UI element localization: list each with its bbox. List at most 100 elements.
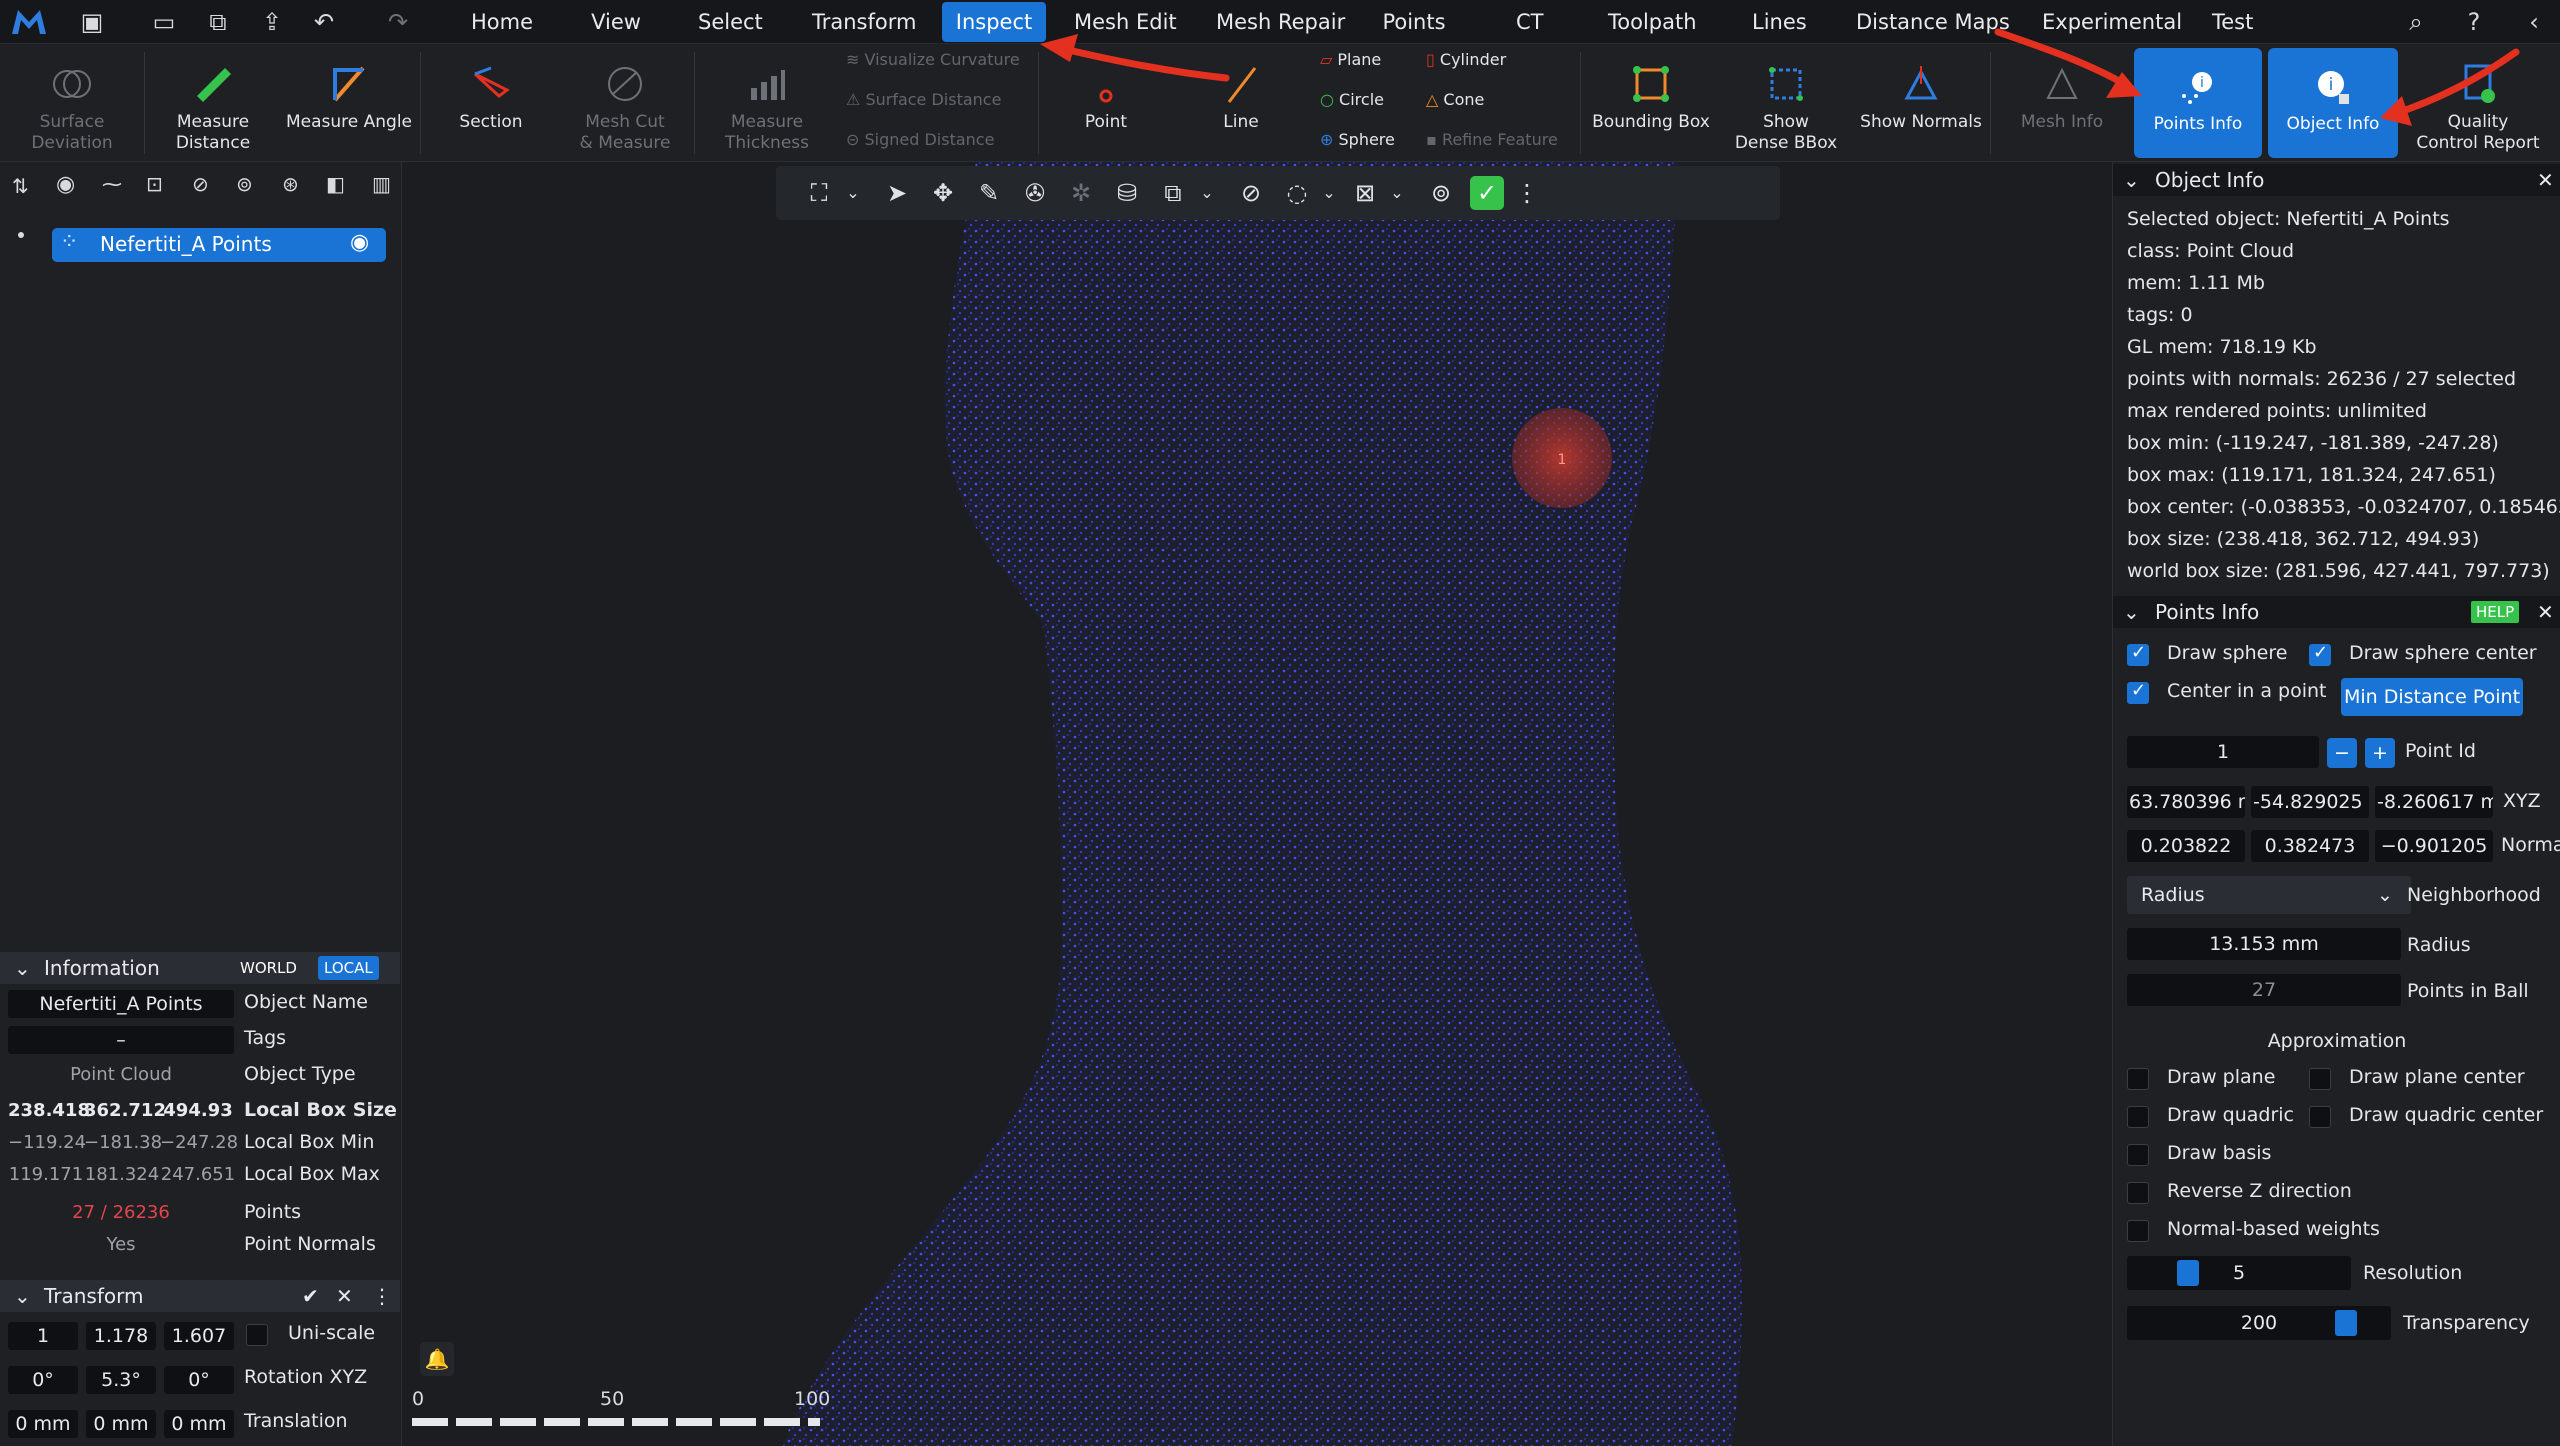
collapse-icon[interactable]: ‹ [2518,6,2550,38]
move-down-icon[interactable]: ⊛ [282,172,299,196]
eye-icon[interactable]: ◉ [56,172,75,197]
select-all-icon[interactable]: ⊡ [146,172,163,196]
reset-x-icon[interactable]: ✕ [336,1280,353,1312]
pivot-icon[interactable]: ✇ [1018,176,1052,210]
world-toggle[interactable]: WORLD [234,956,303,980]
chevron-down-icon[interactable]: ⌄ [836,176,870,210]
xyz-x-field[interactable]: 63.780396 mm [2127,786,2245,818]
rotation-x-field[interactable]: 0° [8,1366,78,1394]
open-folder-icon[interactable]: ▭ [148,6,180,38]
menu-mesh-edit[interactable]: Mesh Edit [1070,0,1177,44]
mesh-icon[interactable]: ✲ [1064,176,1098,210]
bounding-box-button[interactable]: Bounding Box [1584,44,1718,162]
scale-x-field[interactable]: 1 [8,1322,78,1350]
surface-deviation-button[interactable]: Surface Deviation [0,44,144,162]
reverse-z-checkbox[interactable] [2127,1182,2149,1204]
object-name-field[interactable]: Nefertiti_A Points [8,990,234,1018]
draw-basis-checkbox[interactable] [2127,1144,2149,1166]
mesh-cut-button[interactable]: Mesh Cut & Measure [562,44,688,162]
neighborhood-select[interactable]: Radius ⌄ [2127,876,2411,914]
visualize-curvature-button[interactable]: ≋ Visualize Curvature [846,50,1020,69]
point-id-field[interactable]: 1 [2127,736,2319,768]
pointer-icon[interactable]: ➤ [880,176,914,210]
circle-feature-button[interactable]: ○ Circle [1320,90,1384,109]
rotation-z-field[interactable]: 0° [164,1366,234,1394]
normal-weights-checkbox[interactable] [2127,1220,2149,1242]
point-id-increment-button[interactable]: + [2365,738,2395,768]
normal-z-field[interactable]: −0.901205 [2375,830,2493,862]
draw-plane-checkbox[interactable] [2127,1068,2149,1090]
draw-sphere-center-checkbox[interactable] [2309,642,2331,666]
help-badge[interactable]: HELP [2471,601,2520,623]
confirm-check-icon[interactable]: ✓ [1470,176,1504,210]
close-icon[interactable]: ✕ [2537,164,2554,196]
mesh-info-button[interactable]: Mesh Info [1994,44,2130,162]
tree-item-selected[interactable]: ⁘ Nefertiti_A Points ◉ [52,228,386,262]
menu-test[interactable]: Test [2208,0,2256,44]
move-up-icon[interactable]: ⊚ [236,172,253,196]
eye-closed-icon[interactable]: ⁓ [102,172,122,196]
refine-feature-button[interactable]: ▪ Refine Feature [1426,130,1558,149]
export-icon[interactable]: ⇪ [256,6,288,38]
measure-distance-button[interactable]: Measure Distance [146,44,280,162]
menu-points[interactable]: Points [1378,0,1450,44]
min-distance-point-button[interactable]: Min Distance Point [2341,678,2523,716]
object-info-header[interactable]: ⌄ Object Info ✕ [2113,164,2560,196]
scale-y-field[interactable]: 1.178 [86,1322,156,1350]
measure-angle-button[interactable]: Measure Angle [284,44,414,162]
translation-z-field[interactable]: 0 mm [164,1410,234,1438]
xyz-z-field[interactable]: -8.260617 mm [2375,786,2493,818]
translation-x-field[interactable]: 0 mm [8,1410,78,1438]
menu-transform[interactable]: Transform [808,0,918,44]
transparency-slider-handle[interactable] [2335,1310,2357,1336]
radius-field[interactable]: 13.153 mm [2127,928,2401,960]
point-feature-button[interactable]: Point [1044,44,1168,162]
measure-thickness-button[interactable]: Measure Thickness [700,44,834,162]
plane-feature-button[interactable]: ▱ Plane [1320,50,1381,69]
lasso-icon[interactable]: ◌ [1280,176,1314,210]
chevron-down-icon[interactable]: ⌄ [1190,176,1224,210]
resolution-slider-handle[interactable] [2177,1260,2199,1286]
edit-icon[interactable]: ✎ [972,176,1006,210]
translation-y-field[interactable]: 0 mm [86,1410,156,1438]
move-icon[interactable]: ✥ [926,176,960,210]
points-info-button[interactable]: i Points Info [2134,48,2262,158]
more-options-icon[interactable]: ⋮ [1510,176,1544,210]
clip-icon[interactable]: ⊚ [1424,176,1458,210]
rotation-y-field[interactable]: 5.3° [86,1366,156,1394]
menu-inspect[interactable]: Inspect [942,2,1046,42]
menu-toolpath[interactable]: Toolpath [1604,0,1700,44]
menu-experimental[interactable]: Experimental [2038,0,2182,44]
visibility-eye-icon[interactable]: ◉ [350,230,369,255]
transparency-slider[interactable]: 200 [2127,1306,2391,1340]
apply-check-icon[interactable]: ✔ [302,1280,319,1312]
chevron-down-icon[interactable]: ⌄ [1380,176,1414,210]
3d-viewport[interactable]: 1 🔔 0 50 100 [402,162,2112,1446]
information-header[interactable]: ⌄ Information WORLD LOCAL [0,952,400,984]
redo-icon[interactable]: ↷ [382,6,414,38]
points-info-header[interactable]: ⌄ Points Info HELP ✕ [2113,596,2560,628]
center-in-point-checkbox[interactable] [2127,680,2149,704]
close-icon[interactable]: ✕ [2537,596,2554,628]
xyz-y-field[interactable]: -54.829025 mm [2251,786,2369,818]
menu-ct[interactable]: CT [1512,0,1544,44]
section-button[interactable]: Section [424,44,558,162]
menu-lines[interactable]: Lines [1748,0,1807,44]
cone-feature-button[interactable]: △ Cone [1426,90,1484,109]
transform-header[interactable]: ⌄ Transform ✔ ✕ ⋮ [0,1280,400,1312]
save-icon[interactable]: ⧉ [202,6,234,38]
point-id-decrement-button[interactable]: − [2327,738,2357,768]
draw-plane-center-checkbox[interactable] [2309,1068,2331,1090]
help-icon[interactable]: ? [2458,6,2490,38]
hide-icon[interactable]: ⊘ [1234,176,1268,210]
sort-icon[interactable]: ⇅ [12,174,29,198]
menu-view[interactable]: View [584,0,648,44]
undo-icon[interactable]: ↶ [308,6,340,38]
object-info-button[interactable]: i Object Info [2268,48,2398,158]
signed-distance-button[interactable]: ⊝ Signed Distance [846,130,994,149]
tags-field[interactable]: – [8,1026,234,1054]
show-dense-bbox-button[interactable]: Show Dense BBox [1720,44,1852,162]
sphere-feature-button[interactable]: ⊕ Sphere [1320,130,1395,149]
cylinder-feature-button[interactable]: ▯ Cylinder [1426,50,1506,69]
point-cloud-render[interactable]: 1 [402,162,2112,1446]
